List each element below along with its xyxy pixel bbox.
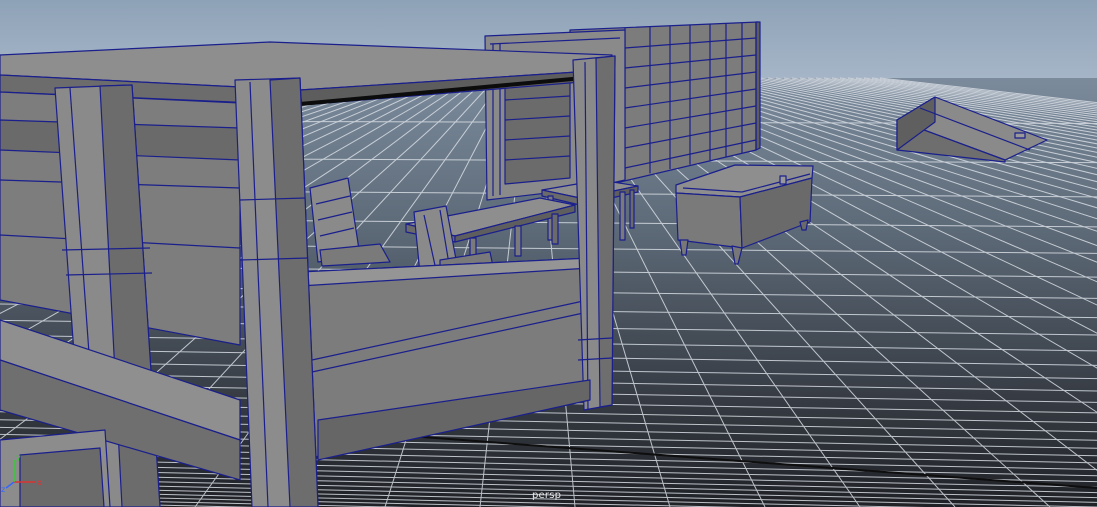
camera-name-label: persp xyxy=(532,490,562,501)
axis-y-label: y xyxy=(16,453,21,462)
axis-z-label: z xyxy=(1,485,5,493)
axis-orientation-gizmo: x y z xyxy=(1,453,42,493)
axis-x-label: x xyxy=(37,478,42,487)
maya-perspective-viewport[interactable]: x y z persp xyxy=(0,0,1097,507)
scene-canvas[interactable] xyxy=(0,0,1097,507)
